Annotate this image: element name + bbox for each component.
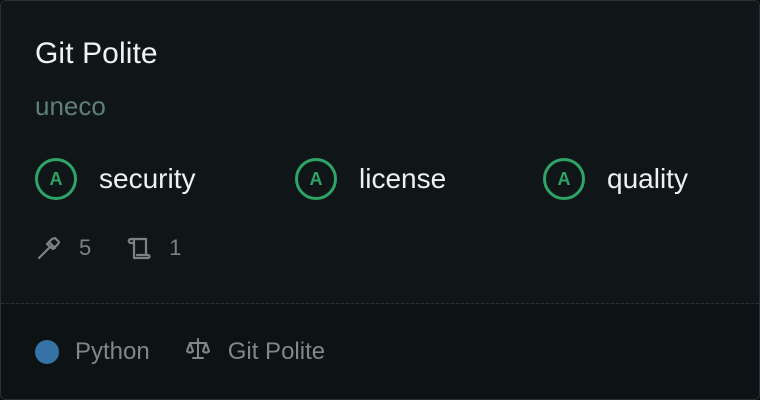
repo-owner[interactable]: uneco bbox=[35, 91, 106, 122]
grade-badge: A bbox=[295, 158, 337, 200]
docs-count: 1 bbox=[169, 235, 182, 260]
repo-footer: Python Git Polite bbox=[35, 337, 325, 367]
grade-badge: A bbox=[543, 158, 585, 200]
language-label: Python bbox=[75, 338, 150, 365]
builds-count: 5 bbox=[79, 235, 92, 260]
grade-label: license bbox=[359, 163, 447, 194]
grade-license[interactable]: A license bbox=[295, 155, 446, 203]
language-color-dot bbox=[35, 340, 59, 364]
hammer-icon bbox=[35, 234, 63, 262]
scale-icon bbox=[184, 335, 212, 370]
scroll-icon bbox=[125, 234, 153, 262]
repo-title[interactable]: Git Polite bbox=[35, 37, 158, 71]
grade-quality[interactable]: A quality bbox=[543, 155, 688, 203]
license-label: Git Polite bbox=[227, 338, 326, 365]
language-item[interactable]: Python bbox=[35, 338, 150, 366]
grade-security[interactable]: A security bbox=[35, 155, 195, 203]
grade-label: security bbox=[99, 163, 196, 194]
repo-card[interactable]: Git Polite uneco A security A license A … bbox=[0, 0, 760, 400]
stat-builds[interactable]: 5 bbox=[35, 234, 91, 262]
grade-label: quality bbox=[607, 163, 688, 194]
repo-stats: 5 1 bbox=[35, 233, 182, 263]
grade-badge: A bbox=[35, 158, 77, 200]
license-item[interactable]: Git Polite bbox=[184, 335, 325, 370]
stat-docs[interactable]: 1 bbox=[125, 234, 182, 262]
